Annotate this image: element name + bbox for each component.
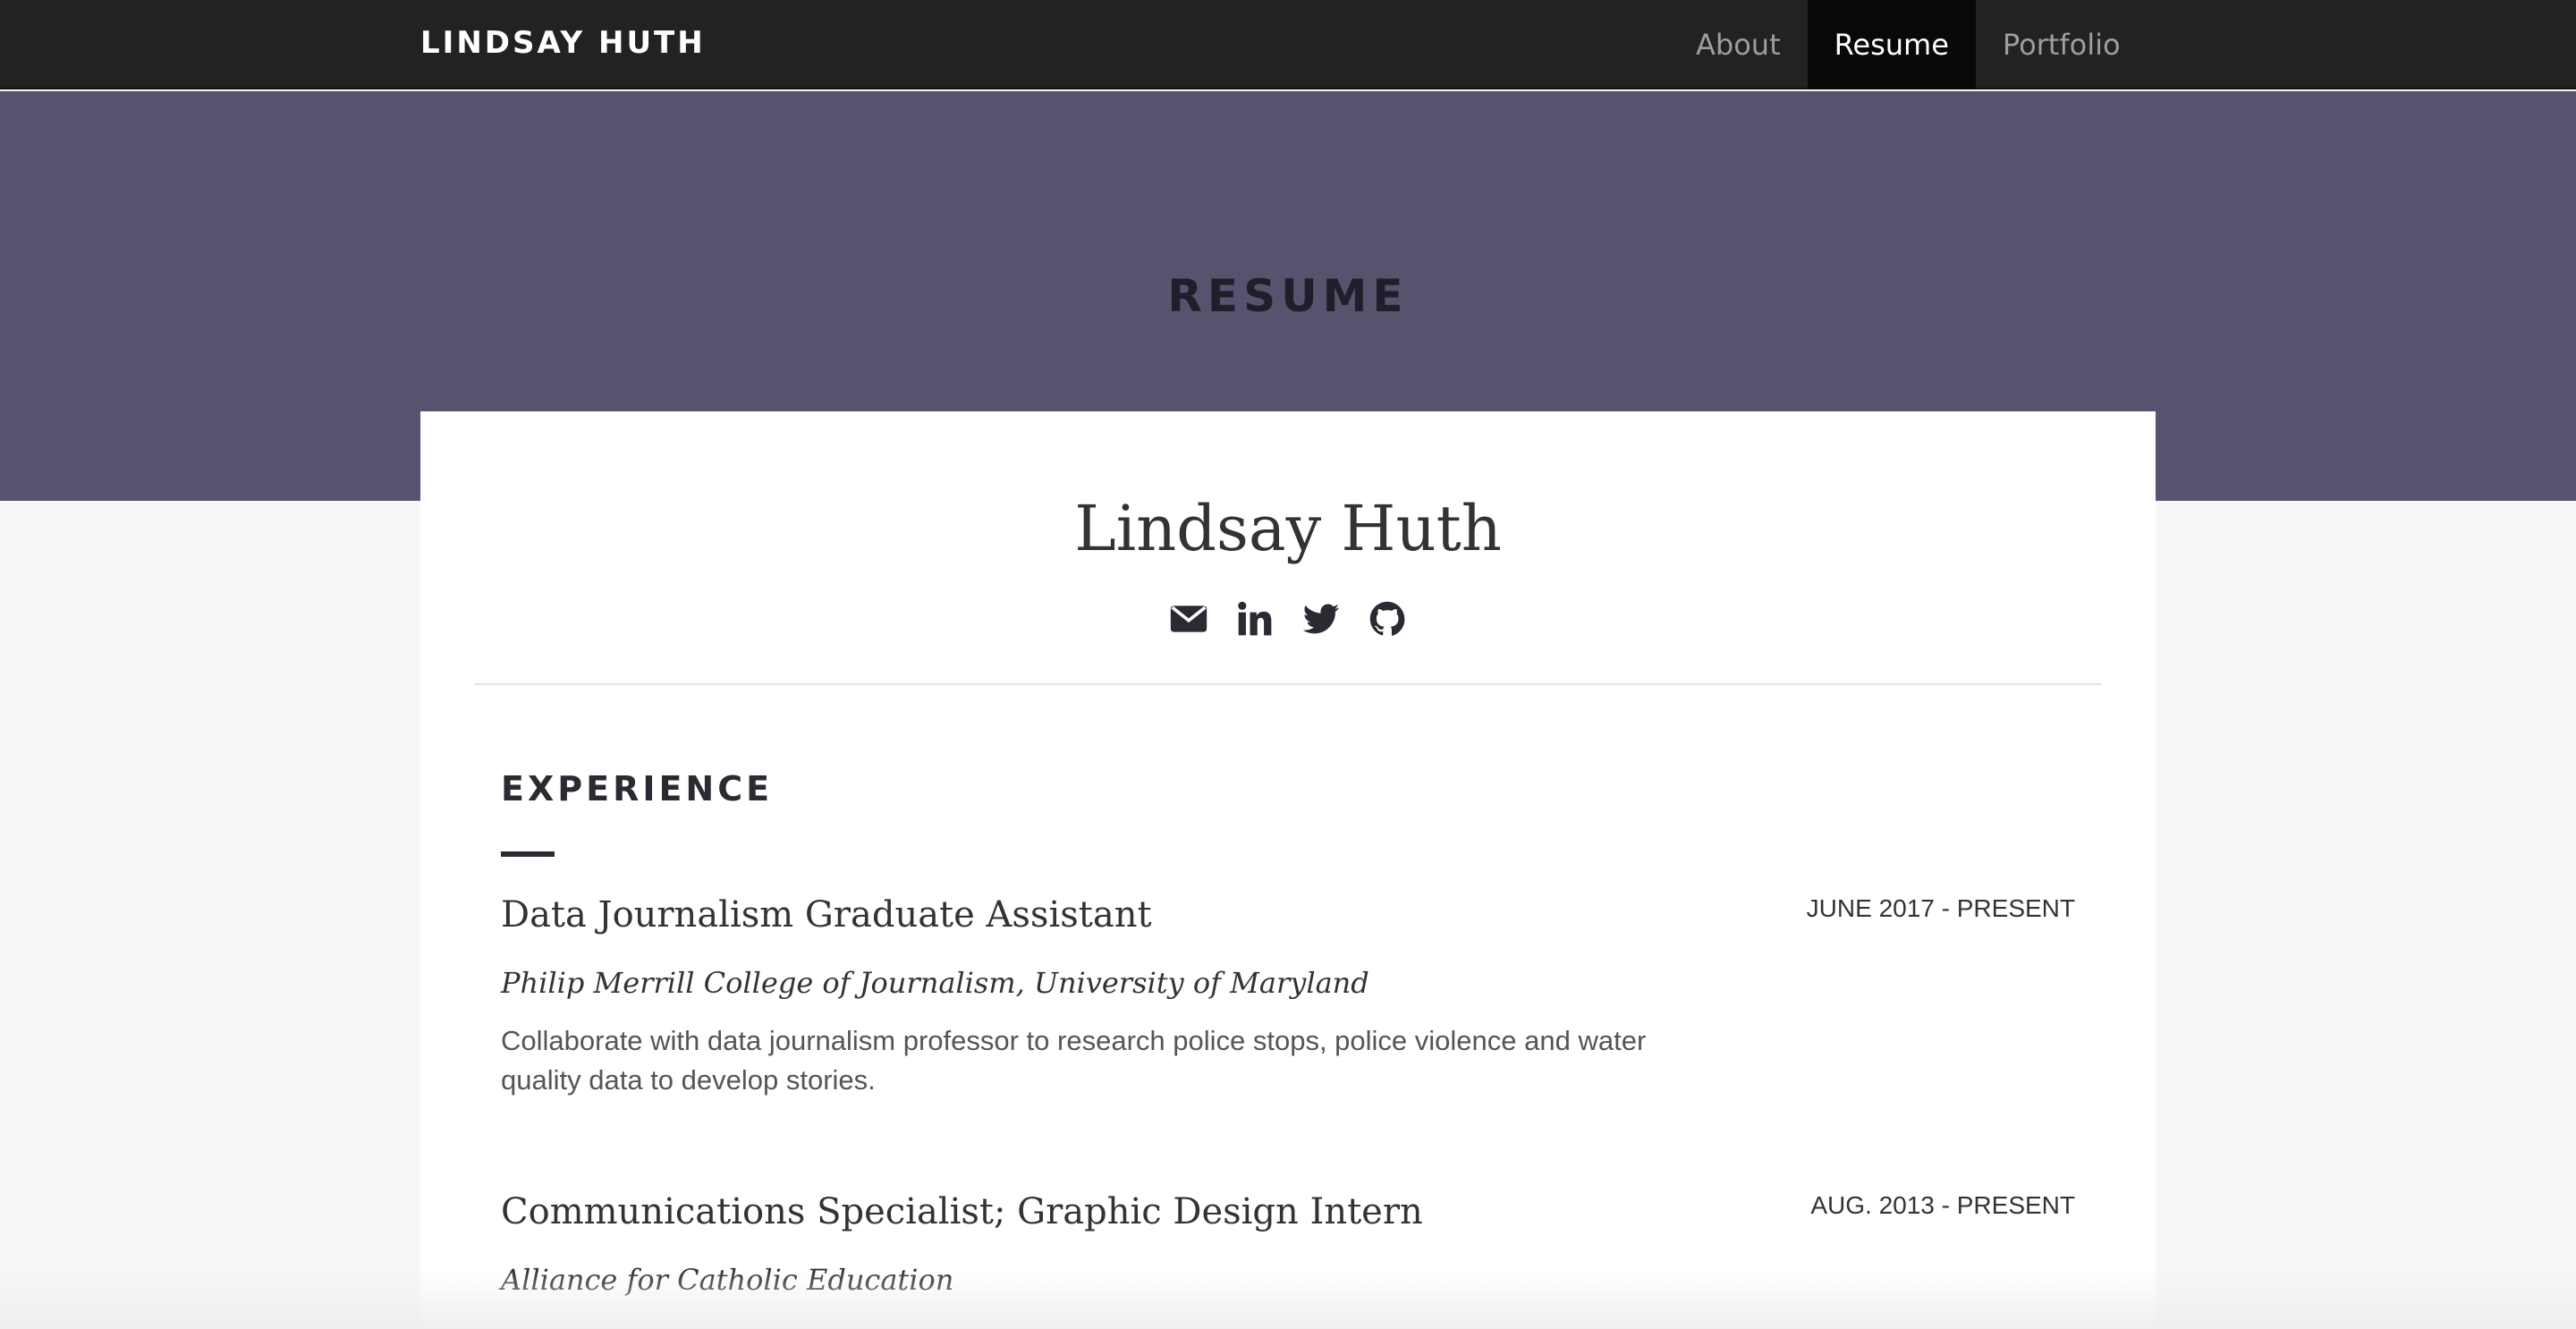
brand-link[interactable]: LINDSAY HUTH [420, 25, 706, 61]
linkedin-icon [1238, 601, 1272, 636]
top-navbar: LINDSAY HUTH About Resume Portfolio [0, 0, 2576, 89]
twitter-icon [1302, 604, 1340, 634]
github-icon [1369, 601, 1405, 636]
job-entry: Data Journalism Graduate Assistant JUNE … [501, 894, 2075, 1127]
job-date: AUG. 2013 - PRESENT [1810, 1191, 2075, 1219]
job-organization: Philip Merrill College of Journalism, Un… [501, 966, 1369, 1000]
nav-links: About Resume Portfolio [1669, 0, 2148, 89]
email-link[interactable] [1169, 599, 1208, 639]
job-title: Data Journalism Graduate Assistant [501, 894, 1152, 935]
job-description: Collaborate with data journalism profess… [501, 1025, 1647, 1096]
nav-about[interactable]: About [1669, 0, 1808, 89]
nav-portfolio[interactable]: Portfolio [1976, 0, 2148, 89]
bottom-fade [0, 1270, 2576, 1329]
page-title: RESUME [1167, 270, 1409, 322]
resume-card: Lindsay Huth EXPERIENCE Data Journalism … [420, 411, 2156, 1329]
job-date: JUNE 2017 - PRESENT [1806, 894, 2075, 922]
experience-heading: EXPERIENCE [501, 769, 774, 808]
profile-name: Lindsay Huth [1074, 492, 1502, 565]
social-links [420, 599, 2156, 639]
job-title: Communications Specialist; Graphic Desig… [501, 1191, 1423, 1232]
linkedin-link[interactable] [1235, 599, 1275, 639]
heading-underline [501, 851, 555, 857]
envelope-icon [1170, 605, 1208, 632]
divider [474, 683, 2102, 685]
github-link[interactable] [1368, 599, 1407, 639]
nav-resume[interactable]: Resume [1807, 0, 1976, 89]
twitter-link[interactable] [1301, 599, 1341, 639]
